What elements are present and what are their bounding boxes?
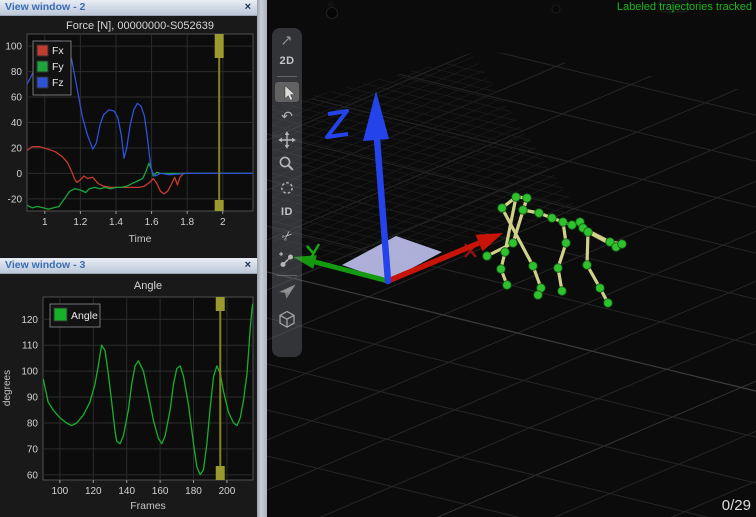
toolbar-divider (277, 76, 297, 77)
move-arrows-icon (278, 131, 296, 149)
svg-text:90: 90 (27, 393, 39, 404)
tool-3d-volume[interactable] (274, 307, 300, 331)
tool-join-trajectory[interactable] (274, 248, 300, 272)
svg-text:1: 1 (42, 217, 48, 228)
paper-plane-icon (278, 282, 297, 300)
svg-text:180: 180 (185, 486, 202, 497)
svg-text:Frames: Frames (130, 500, 166, 512)
svg-text:Time: Time (129, 233, 152, 245)
svg-text:80: 80 (27, 418, 39, 429)
3d-toolbar: 2D ↶ (272, 28, 302, 357)
view-window-3-titlebar[interactable]: View window - 3 × (0, 258, 257, 274)
plot-dock: View window - 2 × 1 1.2 1.4 1.6 1.8 2 100 80 60 4… (0, 0, 257, 517)
svg-text:Force [N], 00000000-S052639: Force [N], 00000000-S052639 (66, 20, 214, 32)
selected-tool-highlight (275, 82, 299, 102)
tool-select[interactable] (274, 80, 300, 104)
svg-text:-20: -20 (8, 194, 23, 205)
tool-identify[interactable]: ID (274, 200, 300, 224)
svg-text:Angle: Angle (71, 310, 98, 322)
svg-text:100: 100 (52, 486, 69, 497)
view-window-3-title: View window - 3 (5, 258, 85, 273)
view-window-2-title: View window - 2 (5, 0, 85, 15)
svg-text:60: 60 (27, 470, 39, 481)
svg-text:0: 0 (16, 169, 22, 180)
scissors-icon: ✂ (278, 226, 297, 245)
view-window-2-titlebar[interactable]: View window - 2 × (0, 0, 257, 16)
svg-text:Angle: Angle (134, 280, 162, 292)
svg-text:Fy: Fy (52, 61, 64, 73)
svg-text:20: 20 (11, 143, 23, 154)
svg-text:2: 2 (220, 217, 226, 228)
application-window: View window - 2 × 1 1.2 1.4 1.6 1.8 2 100 80 60 4… (0, 0, 756, 517)
svg-text:100: 100 (21, 367, 38, 378)
tool-center-view[interactable] (274, 176, 300, 200)
3d-viewport[interactable]: 2D ↶ (267, 0, 756, 517)
tool-translate[interactable] (274, 128, 300, 152)
svg-text:1.2: 1.2 (73, 217, 87, 228)
cursor-arrow-icon (278, 83, 296, 101)
svg-text:100: 100 (5, 42, 22, 53)
svg-text:60: 60 (11, 93, 23, 104)
svg-text:200: 200 (219, 486, 236, 497)
svg-text:110: 110 (22, 341, 38, 352)
undo-arrow-icon: ↶ (281, 108, 293, 125)
svg-text:140: 140 (118, 486, 135, 497)
view-window-2: View window - 2 × 1 1.2 1.4 1.6 1.8 2 100 80 60 4… (0, 0, 257, 257)
svg-text:120: 120 (21, 315, 38, 326)
collapse-toolbar-icon[interactable] (274, 31, 300, 49)
tool-fly-navigation[interactable] (274, 279, 300, 303)
angle-chart[interactable]: 100 120 140 160 180 200 120 110 100 90 80 70 60 Angle… (0, 274, 257, 517)
view-window-3: View window - 3 × 1001201401601802001201… (0, 258, 257, 517)
tool-cut-trajectory[interactable]: ✂ (274, 224, 300, 248)
dock-splitter[interactable] (257, 0, 267, 517)
tool-2d-view[interactable]: 2D (274, 49, 300, 73)
toolbar-divider (277, 275, 297, 276)
cube-icon (278, 310, 296, 329)
svg-text:40: 40 (11, 118, 23, 129)
close-icon[interactable]: × (245, 0, 251, 15)
svg-text:120: 120 (85, 486, 102, 497)
svg-text:degrees: degrees (2, 370, 13, 406)
force-chart[interactable]: 1 1.2 1.4 1.6 1.8 2 100 80 60 40 20 0 -20 Force [N], … (0, 16, 257, 257)
magnifier-icon (278, 155, 296, 173)
svg-text:Fz: Fz (52, 77, 64, 89)
svg-text:1.8: 1.8 (180, 217, 194, 228)
svg-text:70: 70 (27, 444, 39, 455)
svg-text:160: 160 (152, 486, 169, 497)
svg-text:80: 80 (11, 67, 23, 78)
svg-text:Fx: Fx (52, 45, 64, 57)
3d-scene[interactable] (267, 0, 756, 517)
frame-counter: 0/29 (722, 497, 751, 514)
close-icon[interactable]: × (245, 258, 251, 273)
svg-text:1.6: 1.6 (145, 217, 159, 228)
tracking-status-label: Labeled trajectories tracked (617, 1, 752, 13)
svg-text:1.4: 1.4 (109, 217, 123, 228)
crosshair-circle-icon (278, 179, 296, 197)
trajectory-points-icon (278, 251, 296, 269)
tool-undo[interactable]: ↶ (274, 104, 300, 128)
tool-zoom[interactable] (274, 152, 300, 176)
